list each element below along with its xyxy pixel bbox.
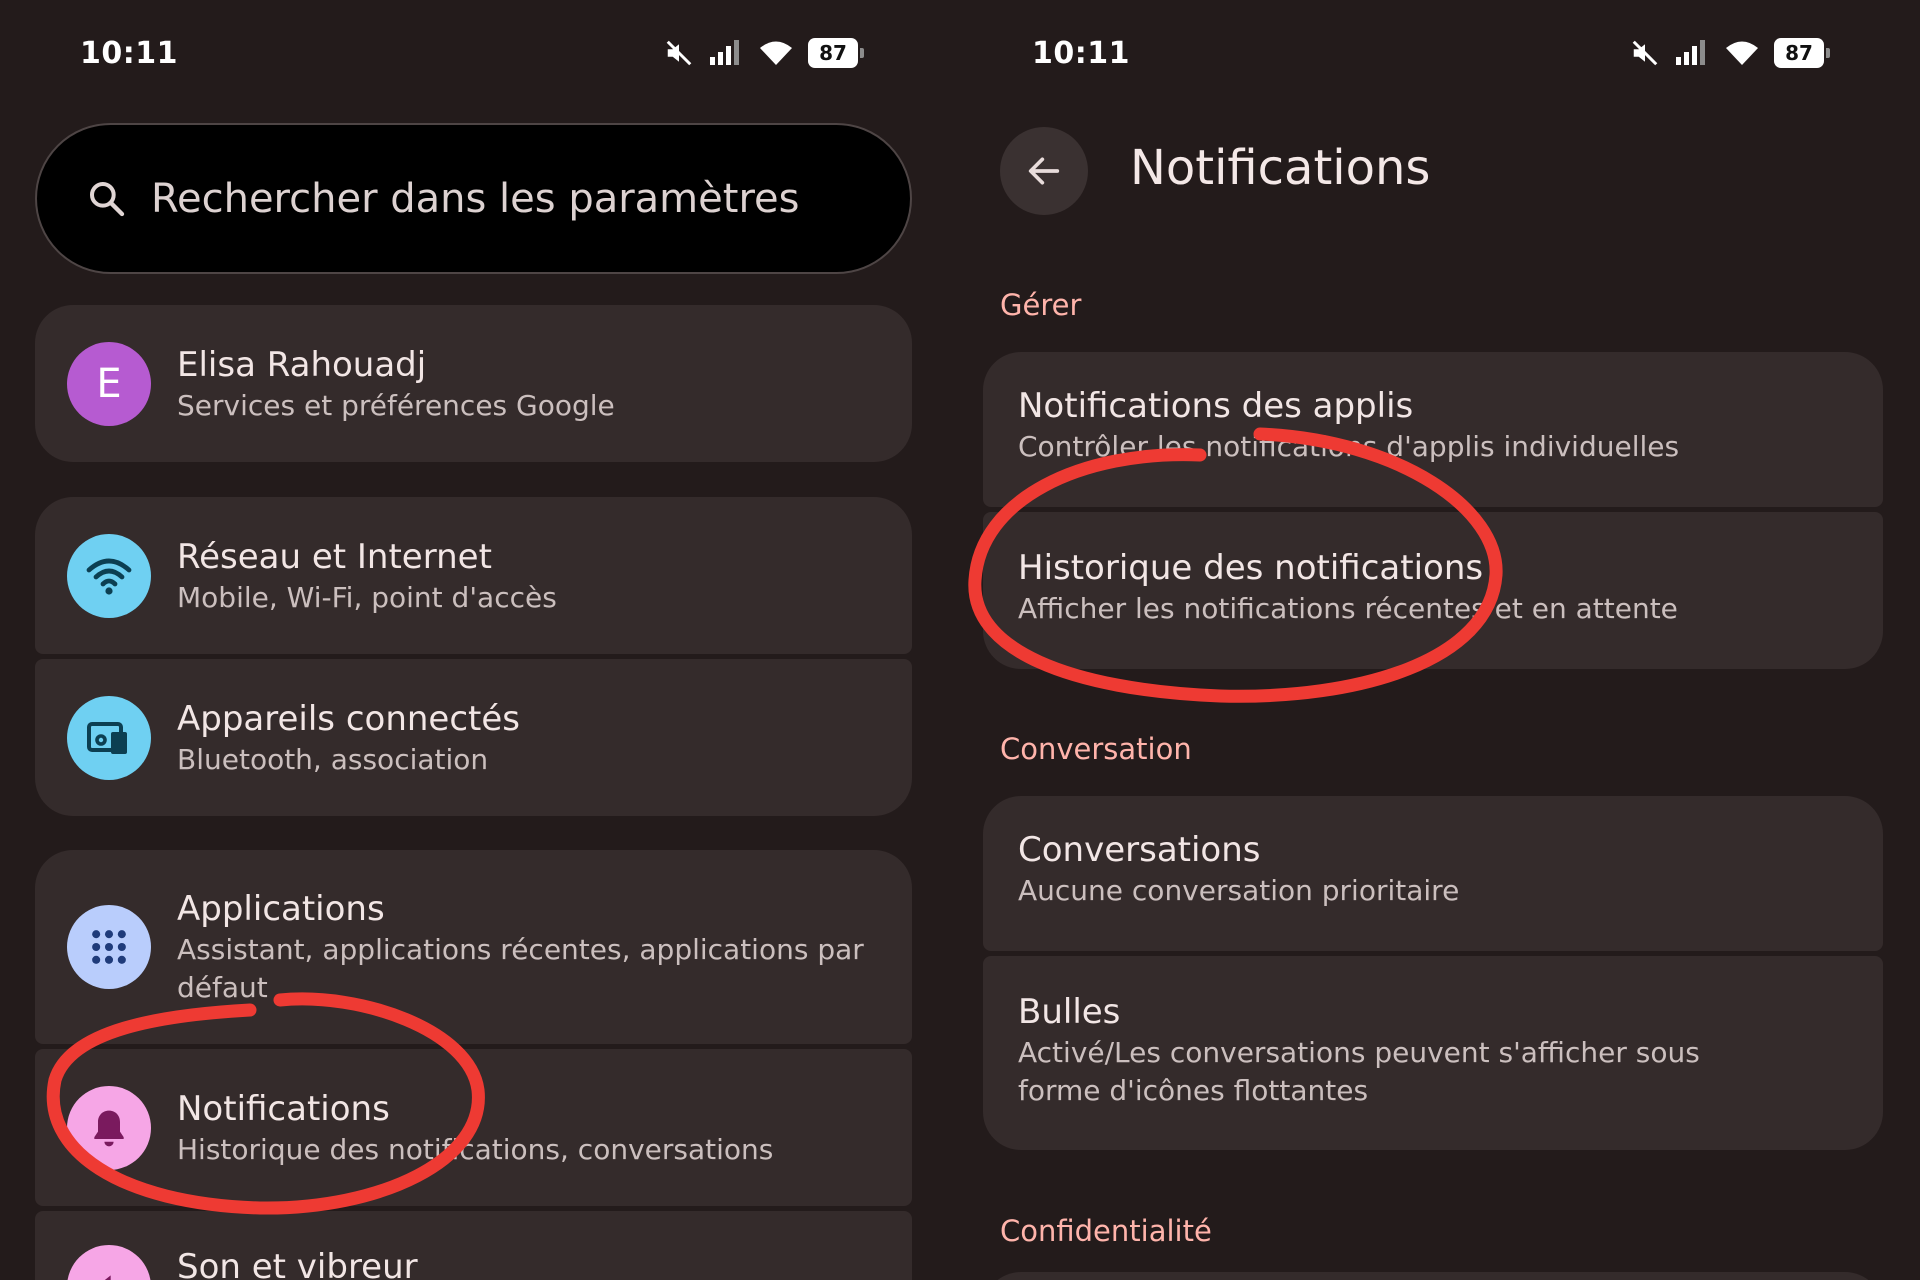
settings-item-title: Réseau et Internet xyxy=(177,536,492,577)
search-input[interactable]: Rechercher dans les paramètres xyxy=(35,123,912,274)
search-placeholder: Rechercher dans les paramètres xyxy=(151,175,800,222)
account-card[interactable]: E Elisa Rahouadj Services et préférences… xyxy=(35,305,912,462)
app-notifications-item[interactable]: Notifications des applis Contrôler les n… xyxy=(983,352,1883,507)
settings-item-connected-devices[interactable]: Appareils connectés Bluetooth, associati… xyxy=(35,659,912,816)
signal-icon xyxy=(1676,40,1705,65)
wifi-status-icon xyxy=(760,41,792,65)
notification-history-item[interactable]: Historique des notifications Afficher le… xyxy=(983,512,1883,669)
settings-item-subtitle: Mobile, Wi-Fi, point d'accès xyxy=(177,580,557,614)
back-button[interactable] xyxy=(1000,127,1088,215)
status-icons: 87 xyxy=(1630,38,1830,68)
bubbles-item[interactable]: Bulles Activé/Les conversations peuvent … xyxy=(983,956,1883,1150)
notifications-screen: 10:11 87 Notifications Gérer Notificatio… xyxy=(950,0,1920,1280)
status-bar: 10:11 xyxy=(80,35,178,71)
settings-item-subtitle: Historique des notifications, conversati… xyxy=(177,1132,774,1166)
status-time: 10:11 xyxy=(1032,35,1130,71)
item-subtitle: Activé/Les conversations peuvent s'affic… xyxy=(1018,1036,1700,1069)
settings-item-applications[interactable]: Applications Assistant, applications réc… xyxy=(35,850,912,1044)
item-subtitle-line2: forme d'icônes flottantes xyxy=(1018,1074,1369,1107)
status-bar: 10:11 xyxy=(1032,35,1130,71)
settings-item-sound[interactable]: Son et vibreur xyxy=(35,1211,912,1280)
privacy-card-edge xyxy=(983,1272,1883,1280)
signal-icon xyxy=(710,40,739,65)
settings-item-title: Son et vibreur xyxy=(177,1247,418,1280)
wifi-status-icon xyxy=(1726,41,1758,65)
battery-indicator: 87 xyxy=(1774,38,1830,68)
conversations-item[interactable]: Conversations Aucune conversation priori… xyxy=(983,796,1883,951)
section-label-manage: Gérer xyxy=(1000,288,1082,322)
connected-devices-icon xyxy=(67,695,151,780)
item-title: Historique des notifications xyxy=(1018,548,1484,588)
settings-item-subtitle: Assistant, applications récentes, applic… xyxy=(177,933,864,966)
mute-icon xyxy=(666,40,692,66)
settings-item-subtitle-line2: défaut xyxy=(177,971,268,1004)
section-label-conversation: Conversation xyxy=(1000,732,1192,766)
item-subtitle: Aucune conversation prioritaire xyxy=(1018,874,1460,907)
status-time: 10:11 xyxy=(80,35,178,71)
status-icons: 87 xyxy=(664,38,864,68)
item-title: Notifications des applis xyxy=(1018,386,1414,426)
settings-item-title: Notifications xyxy=(177,1088,390,1129)
bell-icon xyxy=(67,1085,151,1170)
settings-screen: 10:11 87 Rechercher dans les paramètres … xyxy=(0,0,950,1280)
settings-item-network[interactable]: Réseau et Internet Mobile, Wi-Fi, point … xyxy=(35,497,912,654)
avatar-initial: E xyxy=(96,360,122,407)
account-subtitle: Services et préférences Google xyxy=(177,388,615,422)
item-subtitle: Afficher les notifications récentes et e… xyxy=(1018,592,1678,625)
item-title: Conversations xyxy=(1018,830,1261,870)
item-title: Bulles xyxy=(1018,992,1121,1032)
sound-icon xyxy=(67,1245,151,1280)
avatar: E xyxy=(67,341,151,426)
apps-grid-icon xyxy=(67,905,151,989)
settings-item-title: Appareils connectés xyxy=(177,698,520,739)
item-subtitle: Contrôler les notifications d'applis ind… xyxy=(1018,430,1680,463)
back-arrow-icon xyxy=(1028,157,1060,185)
settings-item-notifications[interactable]: Notifications Historique des notificatio… xyxy=(35,1049,912,1206)
settings-item-subtitle: Bluetooth, association xyxy=(177,742,489,776)
account-name: Elisa Rahouadj xyxy=(177,344,427,385)
page-title: Notifications xyxy=(1130,140,1431,196)
section-label-privacy: Confidentialité xyxy=(1000,1214,1212,1248)
mute-icon xyxy=(1632,40,1658,66)
wifi-icon xyxy=(67,533,151,618)
battery-indicator: 87 xyxy=(808,38,864,68)
settings-item-title: Applications xyxy=(177,889,385,929)
search-icon xyxy=(90,181,125,216)
